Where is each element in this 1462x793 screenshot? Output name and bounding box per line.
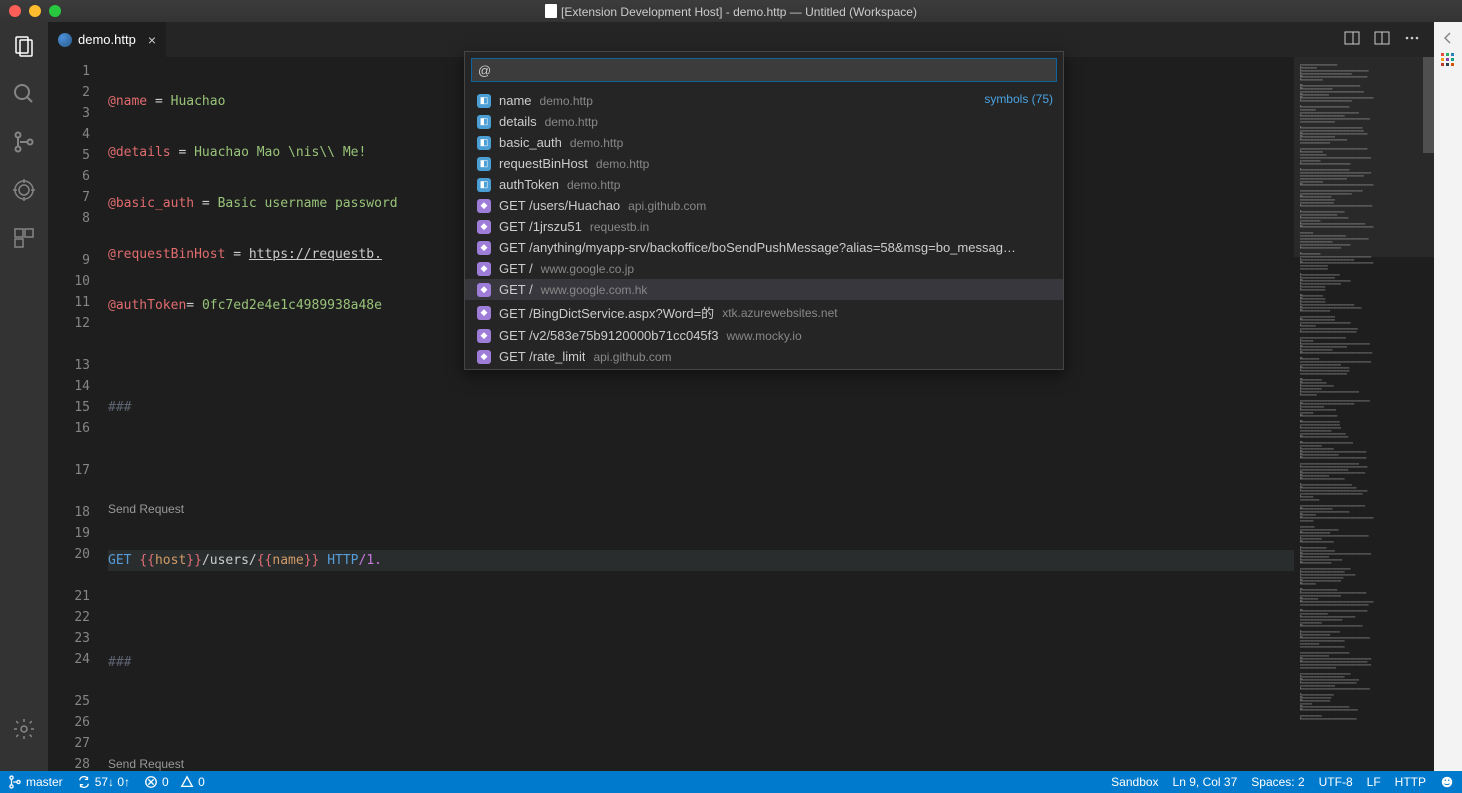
feedback-icon[interactable]: [1440, 775, 1454, 789]
quick-open-item-sublabel: xtk.azurewebsites.net: [722, 306, 837, 320]
indentation-status[interactable]: Spaces: 2: [1251, 775, 1304, 789]
field-symbol-icon: ◧: [477, 115, 491, 129]
method-symbol-icon: ◆: [477, 262, 491, 276]
symbols-count-badge: symbols (75): [984, 92, 1053, 106]
codelens-send-request[interactable]: Send Request: [108, 754, 1294, 771]
quick-open-item-sublabel: www.google.com.hk: [541, 283, 648, 297]
quick-open-item-label: details: [499, 114, 537, 129]
quick-open-item-sublabel: demo.http: [540, 94, 593, 108]
method-symbol-icon: ◆: [477, 241, 491, 255]
back-arrow-icon[interactable]: [1440, 30, 1456, 46]
quick-open-item-label: GET /1jrszu51: [499, 219, 582, 234]
git-sync-status[interactable]: 57↓ 0↑: [77, 775, 130, 789]
method-symbol-icon: ◆: [477, 283, 491, 297]
quick-open-item-sublabel: api.github.com: [593, 350, 671, 364]
quick-open-panel: symbols (75) ◧namedemo.http◧detailsdemo.…: [464, 51, 1064, 370]
minimap-slider[interactable]: [1294, 57, 1434, 257]
http-file-icon: [58, 33, 72, 47]
quick-open-item-sublabel: requestb.in: [590, 220, 649, 234]
more-actions-icon[interactable]: [1404, 30, 1420, 50]
status-bar: master 57↓ 0↑ 0 0 Sandbox Ln 9, Col 37 S…: [0, 771, 1462, 793]
cursor-position-status[interactable]: Ln 9, Col 37: [1173, 775, 1238, 789]
quick-open-item-label: GET /rate_limit: [499, 349, 585, 364]
search-icon[interactable]: [10, 80, 38, 108]
quick-open-item-sublabel: demo.http: [545, 115, 598, 129]
explorer-icon[interactable]: [10, 32, 38, 60]
quick-open-item[interactable]: ◧ details demo.http: [465, 111, 1063, 132]
quick-open-item[interactable]: ◧ authToken demo.http: [465, 174, 1063, 195]
quick-open-item[interactable]: ◆ GET /v2/583e75b9120000b71cc045f3 www.moc…: [465, 325, 1063, 346]
quick-open-item[interactable]: ◧ requestBinHost demo.http: [465, 153, 1063, 174]
quick-open-item-sublabel: demo.http: [567, 178, 620, 192]
scrollbar-thumb[interactable]: [1423, 57, 1434, 153]
quick-open-item-label: basic_auth: [499, 135, 562, 150]
quick-open-list: symbols (75) ◧namedemo.http◧detailsdemo.…: [465, 88, 1063, 369]
quick-open-item-label: authToken: [499, 177, 559, 192]
quick-open-item-sublabel: www.google.co.jp: [541, 262, 634, 276]
quick-open-item[interactable]: ◆ GET /users/Huachao api.github.com: [465, 195, 1063, 216]
window-title: [Extension Development Host] - demo.http…: [0, 4, 1462, 19]
minimap[interactable]: ▄▄▄▄▄▄▄▄▄▄▄▄▄▄▄▄▄▄▄▄▄▄▄▄▄▄▄▄▄▄▄█▄▄▄▄▄▄▄▄…: [1294, 57, 1434, 771]
quick-open-item-sublabel: demo.http: [570, 136, 623, 150]
titlebar: [Extension Development Host] - demo.http…: [0, 0, 1462, 22]
field-symbol-icon: ◧: [477, 94, 491, 108]
window-controls: [0, 5, 61, 17]
quick-open-item-label: name: [499, 93, 532, 108]
settings-icon[interactable]: [10, 715, 38, 743]
editor-actions: [1344, 22, 1434, 57]
quick-open-item[interactable]: ◆ GET /anything/myapp-srv/backoffice/boSe…: [465, 237, 1063, 258]
quick-open-item-label: GET /: [499, 282, 533, 297]
right-sidebar: [1434, 22, 1462, 771]
quick-open-item[interactable]: ◆ GET / www.google.com.hk: [465, 279, 1063, 300]
quick-open-item-sublabel: demo.http: [596, 157, 649, 171]
tab-demo-http[interactable]: demo.http ×: [48, 22, 166, 57]
editor-area: demo.http × 12345678 9101112 13141516 17…: [48, 22, 1434, 771]
field-symbol-icon: ◧: [477, 157, 491, 171]
quick-open-item[interactable]: ◆ GET /1jrszu51 requestb.in: [465, 216, 1063, 237]
quick-open-item-sublabel: www.mocky.io: [727, 329, 802, 343]
method-symbol-icon: ◆: [477, 306, 491, 320]
language-mode-status[interactable]: HTTP: [1395, 775, 1426, 789]
quick-open-item-label: requestBinHost: [499, 156, 588, 171]
activity-bar: [0, 22, 48, 771]
git-branch-status[interactable]: master: [8, 775, 63, 789]
source-control-icon[interactable]: [10, 128, 38, 156]
sandbox-status[interactable]: Sandbox: [1111, 775, 1158, 789]
eol-status[interactable]: LF: [1367, 775, 1381, 789]
quick-open-item-label: GET /BingDictService.aspx?Word=的: [499, 303, 714, 322]
quick-open-item[interactable]: ◧ name demo.http: [465, 90, 1063, 111]
line-gutter: 12345678 9101112 13141516 17 181920 2122…: [48, 57, 108, 771]
close-window-button[interactable]: [9, 5, 21, 17]
field-symbol-icon: ◧: [477, 178, 491, 192]
extensions-icon[interactable]: [10, 224, 38, 252]
close-tab-icon[interactable]: ×: [148, 32, 156, 48]
layout-icon[interactable]: [1374, 30, 1390, 50]
minimize-window-button[interactable]: [29, 5, 41, 17]
field-symbol-icon: ◧: [477, 136, 491, 150]
split-editor-icon[interactable]: [1344, 30, 1360, 50]
maximize-window-button[interactable]: [49, 5, 61, 17]
quick-open-item-sublabel: api.github.com: [628, 199, 706, 213]
quick-open-input[interactable]: [471, 58, 1057, 82]
quick-open-item[interactable]: ◆ GET /BingDictService.aspx?Word=的 xtk.azu…: [465, 300, 1063, 325]
tab-label: demo.http: [78, 32, 136, 47]
method-symbol-icon: ◆: [477, 350, 491, 364]
quick-open-item-label: GET /anything/myapp-srv/backoffice/boSen…: [499, 240, 1016, 255]
debug-icon[interactable]: [10, 176, 38, 204]
quick-open-item[interactable]: ◆ GET / www.google.co.jp: [465, 258, 1063, 279]
problems-status[interactable]: 0 0: [144, 775, 205, 789]
method-symbol-icon: ◆: [477, 220, 491, 234]
apps-grid-icon[interactable]: [1440, 52, 1456, 68]
method-symbol-icon: ◆: [477, 329, 491, 343]
quick-open-item-label: GET /v2/583e75b9120000b71cc045f3: [499, 328, 719, 343]
quick-open-item[interactable]: ◆ GET /rate_limit api.github.com: [465, 346, 1063, 367]
codelens-send-request[interactable]: Send Request: [108, 499, 1294, 520]
method-symbol-icon: ◆: [477, 199, 491, 213]
encoding-status[interactable]: UTF-8: [1319, 775, 1353, 789]
file-icon: [545, 4, 557, 18]
quick-open-item[interactable]: ◧ basic_auth demo.http: [465, 132, 1063, 153]
quick-open-item-label: GET /users/Huachao: [499, 198, 620, 213]
quick-open-item-label: GET /: [499, 261, 533, 276]
